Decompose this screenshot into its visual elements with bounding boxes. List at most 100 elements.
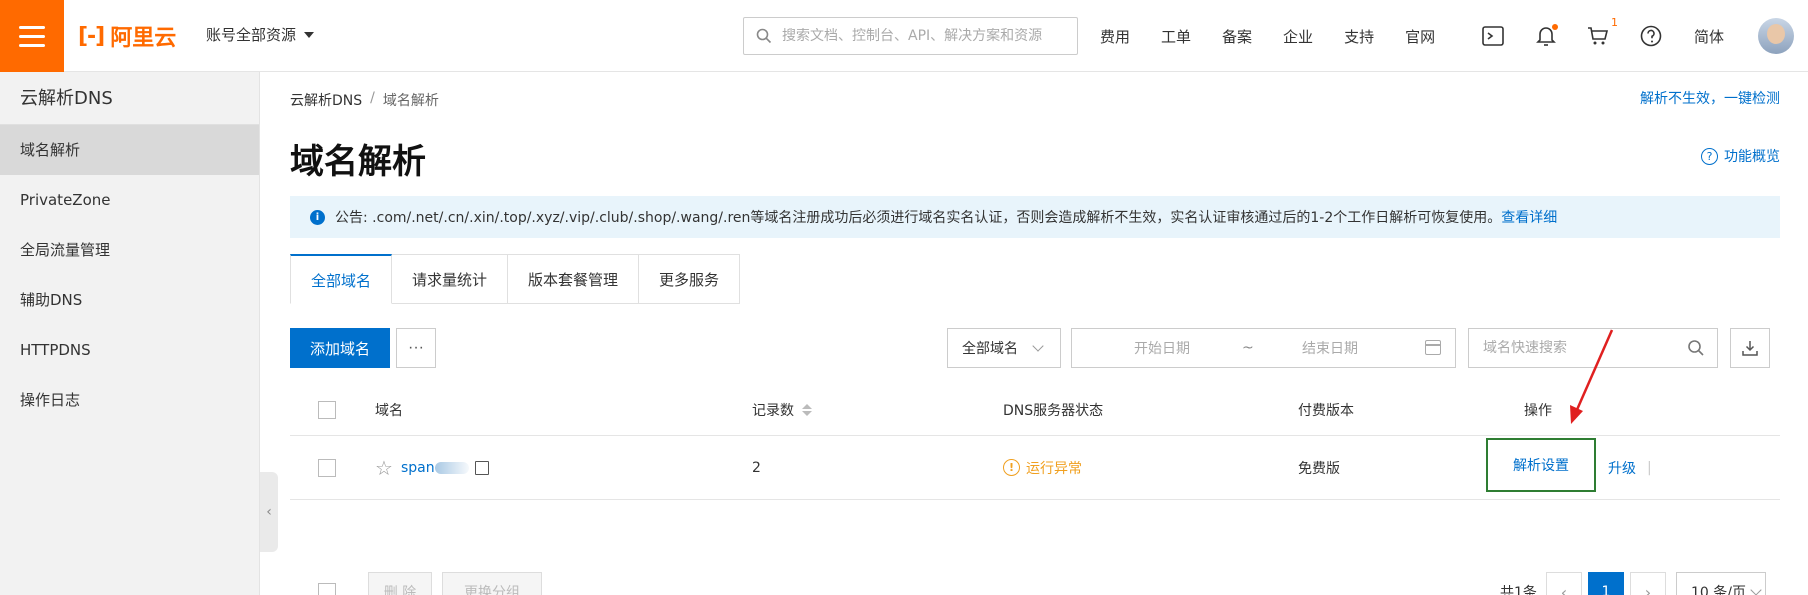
col-plan: 付费版本 xyxy=(1298,402,1354,419)
warning-icon: ! xyxy=(1003,459,1020,476)
top-bar: [-] 阿里云 账号全部资源 费用 工单 备案 企业 支持 官网 1 简体 xyxy=(0,0,1808,72)
sidebar-item-httpdns[interactable]: HTTPDNS xyxy=(0,325,259,375)
more-actions-button[interactable]: ··· xyxy=(396,328,436,368)
row-checkbox[interactable] xyxy=(318,458,336,477)
sidebar-item-secondary-dns[interactable]: 辅助DNS xyxy=(0,275,259,325)
sort-up xyxy=(802,403,812,409)
domain-search-input[interactable] xyxy=(1483,340,1673,356)
delete-button[interactable]: 删 除 xyxy=(368,572,432,595)
tab-request-stats[interactable]: 请求量统计 xyxy=(392,254,509,304)
nav-tickets[interactable]: 工单 xyxy=(1161,26,1191,47)
tab-all-domains[interactable]: 全部域名 xyxy=(290,254,393,304)
search-icon[interactable] xyxy=(1687,339,1705,357)
cart-icon[interactable]: 1 xyxy=(1584,16,1618,50)
sidebar-item-domain-resolution[interactable]: 域名解析 xyxy=(0,125,259,175)
prev-page-button[interactable]: ‹ xyxy=(1546,572,1582,595)
tab-bar: 全部域名 请求量统计 版本套餐管理 更多服务 xyxy=(290,254,741,304)
page-button-current[interactable]: 1 xyxy=(1588,572,1624,595)
records-cell: 2 xyxy=(752,459,761,476)
select-all-checkbox[interactable] xyxy=(318,400,336,419)
sidebar-title: 云解析DNS xyxy=(0,72,259,125)
breadcrumb: 云解析DNS / 域名解析 xyxy=(290,90,439,110)
table-footer: 删 除 更换分组 共1条 ‹ 1 › 10 条/页 xyxy=(290,572,1780,595)
feature-overview-link[interactable]: ? 功能概览 xyxy=(1701,146,1780,166)
end-date-placeholder: 结束日期 xyxy=(1302,341,1358,357)
sort-icon xyxy=(802,403,812,416)
notice-banner: i 公告: .com/.net/.cn/.xin/.top/.xyz/.vip/… xyxy=(290,196,1780,238)
upgrade-link[interactable]: 升级 xyxy=(1608,436,1636,499)
col-records[interactable]: 记录数 xyxy=(752,384,812,435)
help-icon[interactable] xyxy=(1637,22,1665,50)
page-size-value: 10 条/页 xyxy=(1691,585,1746,595)
chevron-down-icon xyxy=(1750,584,1762,595)
dns-status-cell: ! 运行异常 xyxy=(1003,436,1082,499)
account-resources-menu[interactable]: 账号全部资源 xyxy=(206,24,315,45)
sidebar-item-global-traffic[interactable]: 全局流量管理 xyxy=(0,225,259,275)
breadcrumb-item-current: 域名解析 xyxy=(382,93,439,109)
nav-official-site[interactable]: 官网 xyxy=(1405,26,1435,47)
plan-cell: 免费版 xyxy=(1298,460,1340,477)
global-search-input[interactable] xyxy=(782,28,1072,44)
col-actions: 操作 xyxy=(1524,402,1552,419)
redacted-mask xyxy=(434,461,469,474)
star-icon[interactable]: ☆ xyxy=(375,456,393,480)
domain-group-select[interactable]: 全部域名 xyxy=(947,328,1061,368)
breadcrumb-separator: / xyxy=(370,90,375,106)
change-group-button[interactable]: 更换分组 xyxy=(442,572,542,595)
domain-link[interactable]: span xyxy=(401,460,435,476)
date-range-picker[interactable]: 开始日期 ~ 结束日期 xyxy=(1071,328,1456,368)
language-switch[interactable]: 简体 xyxy=(1694,26,1724,47)
nav-icp[interactable]: 备案 xyxy=(1222,26,1252,47)
account-menu-label: 账号全部资源 xyxy=(206,26,297,44)
download-button[interactable] xyxy=(1730,328,1770,368)
start-date-placeholder: 开始日期 xyxy=(1134,341,1190,357)
tab-plan-management[interactable]: 版本套餐管理 xyxy=(508,254,640,304)
info-icon: i xyxy=(310,209,325,225)
calendar-icon xyxy=(1425,340,1441,355)
chevron-down-icon xyxy=(1032,340,1044,352)
col-records-label: 记录数 xyxy=(752,402,794,419)
nav-support[interactable]: 支持 xyxy=(1344,26,1374,47)
col-dns-status: DNS服务器状态 xyxy=(1003,402,1104,419)
chevron-left-icon: ‹ xyxy=(266,504,272,520)
avatar[interactable] xyxy=(1758,18,1794,54)
domain-quick-search[interactable] xyxy=(1468,328,1718,368)
menu-line xyxy=(19,25,45,29)
resolution-settings-link[interactable]: 解析设置 xyxy=(1513,455,1569,475)
chevron-left-icon: ‹ xyxy=(1560,582,1568,595)
nav-enterprise[interactable]: 企业 xyxy=(1283,26,1313,47)
download-icon xyxy=(1742,341,1758,356)
breadcrumb-item-dns[interactable]: 云解析DNS xyxy=(290,90,362,110)
global-search[interactable] xyxy=(743,17,1078,55)
next-page-button[interactable]: › xyxy=(1630,572,1666,595)
search-icon xyxy=(756,28,772,44)
row-checkbox-cell xyxy=(318,436,336,499)
dns-status-text: 运行异常 xyxy=(1026,460,1082,477)
sidebar-item-privatezone[interactable]: PrivateZone xyxy=(0,175,259,225)
aliyun-logo[interactable]: [-] 阿里云 xyxy=(78,20,176,52)
action-separator: | xyxy=(1647,459,1652,476)
edit-icon[interactable] xyxy=(474,460,489,475)
diagnose-link[interactable]: 解析不生效，一键检测 xyxy=(1640,88,1780,108)
terminal-icon[interactable] xyxy=(1479,22,1507,50)
sidebar-collapse-handle[interactable]: ‹ xyxy=(260,472,278,552)
date-separator: ~ xyxy=(1242,340,1254,356)
footer-select-checkbox[interactable] xyxy=(318,583,336,595)
caret-down-icon xyxy=(304,31,315,38)
footer-select-cell xyxy=(318,572,336,595)
notice-detail-link[interactable]: 查看详细 xyxy=(1501,210,1557,226)
bell-icon[interactable] xyxy=(1532,22,1560,50)
sidebar-item-operation-log[interactable]: 操作日志 xyxy=(0,375,259,425)
notification-dot xyxy=(1552,24,1558,30)
feature-overview-label: 功能概览 xyxy=(1724,149,1780,165)
nav-fees[interactable]: 费用 xyxy=(1100,26,1130,47)
question-icon: ? xyxy=(1701,147,1718,165)
cart-count-badge: 1 xyxy=(1611,16,1618,29)
tab-more-services[interactable]: 更多服务 xyxy=(639,254,741,304)
page-size-select[interactable]: 10 条/页 xyxy=(1676,572,1766,595)
notice-text: 公告: .com/.net/.cn/.xin/.top/.xyz/.vip/.c… xyxy=(335,207,1557,227)
add-domain-button[interactable]: 添加域名 xyxy=(290,328,390,368)
hamburger-menu-button[interactable] xyxy=(0,0,64,72)
col-domain: 域名 xyxy=(375,402,403,419)
sidebar: 云解析DNS 域名解析 PrivateZone 全局流量管理 辅助DNS HTT… xyxy=(0,72,260,595)
